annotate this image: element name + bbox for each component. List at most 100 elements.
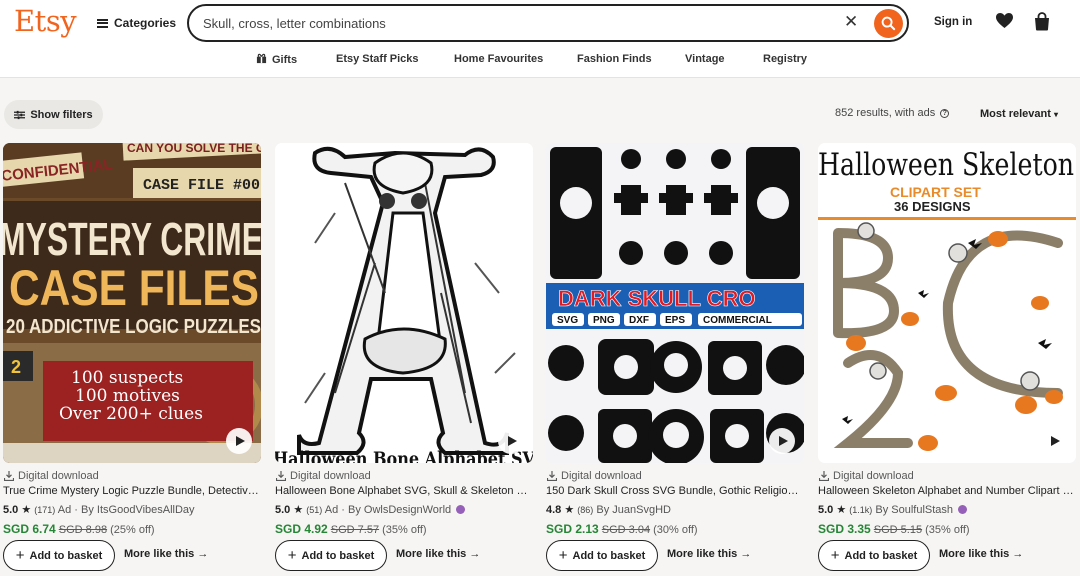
search-button[interactable] bbox=[874, 9, 903, 38]
show-filters-button[interactable]: Show filters bbox=[4, 100, 103, 129]
search-bar: ✕ bbox=[187, 4, 909, 42]
listing-rating: 5.0 ★ (51) Ad · By OwlsDesignWorld bbox=[275, 503, 466, 516]
add-to-basket-label: Add to basket bbox=[29, 549, 103, 562]
dot-separator: · bbox=[341, 504, 345, 516]
categories-button[interactable]: Categories bbox=[97, 14, 176, 32]
nav-item-gifts[interactable]: Gifts bbox=[256, 53, 297, 66]
more-like-this-label: More like this bbox=[124, 548, 195, 560]
arrow-right-icon: → bbox=[469, 548, 481, 560]
listing-title[interactable]: True Crime Mystery Logic Puzzle Bundle, … bbox=[3, 485, 261, 497]
discount: (35% off) bbox=[382, 524, 427, 536]
play-video-button[interactable] bbox=[769, 428, 795, 454]
add-to-basket-label: Add to basket bbox=[844, 549, 918, 562]
plus-icon: + bbox=[558, 546, 568, 564]
image-text: 100 suspects bbox=[71, 368, 183, 388]
categories-label: Categories bbox=[114, 16, 177, 30]
info-icon[interactable]: ? bbox=[940, 108, 950, 118]
image-text: COMMERCIAL bbox=[703, 315, 772, 326]
nav-item-fashion-finds[interactable]: Fashion Finds bbox=[577, 53, 652, 65]
sign-in-link[interactable]: Sign in bbox=[934, 16, 972, 28]
nav-item-staff-picks[interactable]: Etsy Staff Picks bbox=[336, 53, 419, 65]
review-count: (51) bbox=[306, 505, 323, 515]
plus-icon: + bbox=[830, 546, 840, 564]
listing-image[interactable]: Halloween Bone Alphabet SV bbox=[275, 143, 533, 463]
search-input[interactable] bbox=[203, 14, 823, 32]
digital-download-tag: Digital download bbox=[4, 470, 99, 482]
star-seller-badge-icon bbox=[958, 505, 968, 514]
star-seller-badge-icon bbox=[456, 505, 466, 514]
play-video-button[interactable] bbox=[498, 428, 524, 454]
rating-value: 4.8 bbox=[546, 504, 562, 516]
shop-name[interactable]: By ItsGoodVibesAllDay bbox=[81, 504, 195, 516]
listing-image[interactable]: Halloween Skeleton CLIPART SET 36 DESIGN… bbox=[818, 143, 1076, 463]
image-text: CLIPART SET bbox=[890, 184, 981, 200]
listing-title[interactable]: Halloween Skeleton Alphabet and Number C… bbox=[818, 485, 1076, 497]
digital-download-tag: Digital download bbox=[547, 470, 642, 482]
arrow-right-icon: → bbox=[1012, 548, 1024, 560]
image-text: CASE FILES bbox=[9, 260, 259, 316]
more-like-this-link[interactable]: More like this → bbox=[939, 548, 1023, 560]
image-text: EPS bbox=[665, 315, 685, 326]
listing-card[interactable]: Halloween Bone Alphabet SV Digital downl… bbox=[275, 143, 533, 576]
digital-download-tag: Digital download bbox=[819, 470, 914, 482]
shop-name[interactable]: By JuanSvgHD bbox=[596, 504, 671, 516]
rating-value: 5.0 bbox=[3, 504, 19, 516]
add-to-basket-button[interactable]: + Add to basket bbox=[275, 540, 387, 571]
nav-item-registry[interactable]: Registry bbox=[763, 53, 807, 65]
nav-item-vintage[interactable]: Vintage bbox=[685, 53, 725, 65]
plus-icon: + bbox=[15, 546, 25, 564]
add-to-basket-button[interactable]: + Add to basket bbox=[546, 540, 658, 571]
download-icon bbox=[819, 471, 829, 481]
image-text: Halloween Bone Alphabet SV bbox=[275, 448, 533, 463]
results-count: 852 results, with ads ? bbox=[835, 107, 950, 119]
shop-name[interactable]: By OwlsDesignWorld bbox=[348, 504, 451, 516]
download-icon bbox=[4, 471, 14, 481]
listing-card[interactable]: CAN YOU SOLVE THE CA CONFIDENTIAL CASE F… bbox=[3, 143, 261, 576]
sort-dropdown[interactable]: Most relevant ▾ bbox=[980, 108, 1058, 120]
add-to-basket-button[interactable]: + Add to basket bbox=[3, 540, 115, 571]
original-price: SGD 3.04 bbox=[601, 524, 651, 536]
more-like-this-link[interactable]: More like this → bbox=[396, 548, 480, 560]
image-text: 20 ADDICTIVE LOGIC PUZZLES bbox=[6, 316, 261, 338]
listing-card[interactable]: DARK SKULL CRO SVG PNG DXF EPS COMMERCIA… bbox=[546, 143, 804, 576]
review-count: (1.1k) bbox=[849, 505, 873, 515]
listing-image[interactable]: DARK SKULL CRO SVG PNG DXF EPS COMMERCIA… bbox=[546, 143, 804, 463]
image-text: 100 motives bbox=[75, 386, 180, 406]
discount: (25% off) bbox=[110, 524, 155, 536]
search-icon bbox=[881, 16, 896, 31]
listing-image[interactable]: CAN YOU SOLVE THE CA CONFIDENTIAL CASE F… bbox=[3, 143, 261, 463]
discount: (30% off) bbox=[653, 524, 698, 536]
more-like-this-link[interactable]: More like this → bbox=[124, 548, 208, 560]
listing-title[interactable]: Halloween Bone Alphabet SVG, Skull & Ske… bbox=[275, 485, 533, 497]
play-video-button[interactable] bbox=[226, 428, 252, 454]
listing-image-art: Halloween Skeleton CLIPART SET 36 DESIGN… bbox=[818, 143, 1076, 463]
etsy-logo[interactable]: Etsy bbox=[14, 4, 77, 38]
shopping-bag-icon[interactable] bbox=[1033, 12, 1051, 31]
image-text: CASE FILE #001 - # bbox=[143, 177, 261, 194]
clear-icon[interactable]: ✕ bbox=[844, 12, 858, 32]
arrow-right-icon: → bbox=[740, 548, 752, 560]
shop-name[interactable]: By SoulfulStash bbox=[875, 504, 953, 516]
site-header: Etsy Categories ✕ Sign in Gifts Etsy bbox=[0, 0, 1080, 78]
nav-label-gifts: Gifts bbox=[272, 54, 298, 66]
listing-price: SGD 4.92 SGD 7.57 (35% off) bbox=[275, 522, 427, 536]
image-text: DARK SKULL CRO bbox=[558, 286, 756, 311]
image-text: Over 200+ clues bbox=[59, 404, 203, 424]
more-like-this-link[interactable]: More like this → bbox=[667, 548, 751, 560]
listing-card[interactable]: Halloween Skeleton CLIPART SET 36 DESIGN… bbox=[818, 143, 1076, 576]
download-icon bbox=[276, 471, 286, 481]
listing-rating: 5.0 ★ (1.1k) By SoulfulStash bbox=[818, 503, 968, 516]
rating-value: 5.0 bbox=[275, 504, 291, 516]
nav-item-home-favourites[interactable]: Home Favourites bbox=[454, 53, 543, 65]
listing-title[interactable]: 150 Dark Skull Cross SVG Bundle, Gothic … bbox=[546, 485, 804, 497]
ad-label: Ad bbox=[57, 504, 72, 516]
play-video-button[interactable] bbox=[1041, 428, 1067, 454]
add-to-basket-label: Add to basket bbox=[572, 549, 646, 562]
rating-value: 5.0 bbox=[818, 504, 834, 516]
add-to-basket-button[interactable]: + Add to basket bbox=[818, 540, 930, 571]
listing-price: SGD 6.74 SGD 8.98 (25% off) bbox=[3, 522, 155, 536]
digital-download-tag: Digital download bbox=[276, 470, 371, 482]
favorites-heart-icon[interactable] bbox=[995, 12, 1014, 29]
original-price: SGD 7.57 bbox=[330, 524, 380, 536]
image-text: MYSTERY CRIME bbox=[3, 213, 261, 265]
